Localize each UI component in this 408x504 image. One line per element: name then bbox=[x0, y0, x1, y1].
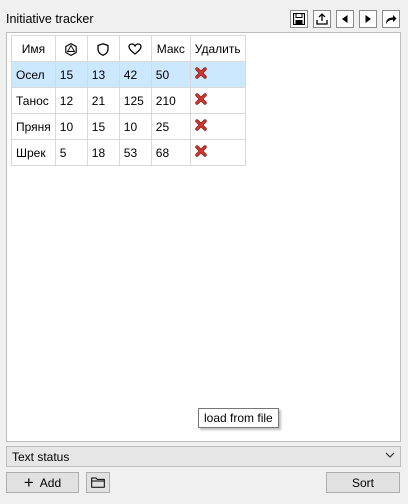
cell-name[interactable]: Шрек bbox=[11, 139, 56, 166]
cell-name[interactable]: Осел bbox=[11, 61, 56, 88]
save-button[interactable] bbox=[290, 10, 308, 28]
column-header-delete[interactable]: Удалить bbox=[189, 35, 246, 62]
export-icon bbox=[316, 13, 328, 25]
cell-delete[interactable] bbox=[189, 87, 246, 114]
table-row[interactable]: Пряня 10 15 10 25 bbox=[11, 113, 246, 140]
window-title: Initiative tracker bbox=[6, 12, 94, 26]
cell-max[interactable]: 25 bbox=[150, 113, 191, 140]
header-row: Имя Макс Удалить bbox=[11, 35, 246, 62]
d20-icon bbox=[65, 42, 78, 56]
export-button[interactable] bbox=[313, 10, 331, 28]
title-bar: Initiative tracker bbox=[0, 0, 408, 32]
cell-armor[interactable]: 15 bbox=[86, 113, 120, 140]
sort-button[interactable]: Sort bbox=[326, 472, 400, 493]
cell-name[interactable]: Танос bbox=[11, 87, 56, 114]
red-x-icon[interactable] bbox=[195, 67, 207, 79]
column-header-max[interactable]: Макс bbox=[150, 35, 191, 62]
cell-hp[interactable]: 42 bbox=[118, 61, 152, 88]
redo-button[interactable] bbox=[382, 10, 400, 28]
chevron-down-icon bbox=[385, 452, 395, 458]
heart-icon bbox=[128, 43, 142, 56]
table-row[interactable]: Осел 15 13 42 50 bbox=[11, 61, 246, 88]
folder-icon bbox=[91, 477, 105, 488]
tracker-panel: Имя Макс Удалить Осел 15 13 42 50 Танос … bbox=[6, 32, 401, 442]
table-row[interactable]: Шрек 5 18 53 68 bbox=[11, 139, 246, 166]
add-button[interactable]: + Add bbox=[6, 472, 79, 493]
redo-arrow-icon bbox=[386, 15, 397, 24]
cell-delete[interactable] bbox=[189, 61, 246, 88]
column-header-initiative[interactable] bbox=[54, 35, 88, 62]
previous-button[interactable] bbox=[336, 10, 354, 28]
plus-icon: + bbox=[23, 472, 34, 492]
cell-armor[interactable]: 13 bbox=[86, 61, 120, 88]
cell-initiative[interactable]: 12 bbox=[54, 87, 88, 114]
cell-initiative[interactable]: 5 bbox=[54, 139, 88, 166]
shield-icon bbox=[97, 42, 109, 56]
cell-hp[interactable]: 53 bbox=[118, 139, 152, 166]
table-row[interactable]: Танос 12 21 125 210 bbox=[11, 87, 246, 114]
initiative-table: Имя Макс Удалить Осел 15 13 42 50 Танос … bbox=[11, 35, 246, 166]
load-from-file-tooltip: load from file bbox=[198, 408, 279, 428]
triangle-right-icon bbox=[365, 15, 371, 23]
status-text: Text status bbox=[12, 450, 70, 464]
red-x-icon[interactable] bbox=[195, 93, 207, 105]
open-folder-button[interactable] bbox=[86, 472, 110, 493]
red-x-icon[interactable] bbox=[195, 119, 207, 131]
cell-delete[interactable] bbox=[189, 139, 246, 166]
column-header-hp[interactable] bbox=[118, 35, 152, 62]
cell-max[interactable]: 68 bbox=[150, 139, 191, 166]
save-icon bbox=[293, 13, 305, 25]
cell-max[interactable]: 50 bbox=[150, 61, 191, 88]
cell-armor[interactable]: 18 bbox=[86, 139, 120, 166]
cell-delete[interactable] bbox=[189, 113, 246, 140]
next-button[interactable] bbox=[359, 10, 377, 28]
cell-max[interactable]: 210 bbox=[150, 87, 191, 114]
cell-hp[interactable]: 10 bbox=[118, 113, 152, 140]
cell-initiative[interactable]: 15 bbox=[54, 61, 88, 88]
cell-name[interactable]: Пряня bbox=[11, 113, 56, 140]
column-header-name[interactable]: Имя bbox=[11, 35, 56, 62]
column-header-armor[interactable] bbox=[86, 35, 120, 62]
cell-initiative[interactable]: 10 bbox=[54, 113, 88, 140]
status-dropdown[interactable]: Text status bbox=[6, 446, 401, 467]
red-x-icon[interactable] bbox=[195, 145, 207, 157]
cell-hp[interactable]: 125 bbox=[118, 87, 152, 114]
cell-armor[interactable]: 21 bbox=[86, 87, 120, 114]
add-button-label: Add bbox=[39, 475, 62, 490]
triangle-left-icon bbox=[342, 15, 348, 23]
